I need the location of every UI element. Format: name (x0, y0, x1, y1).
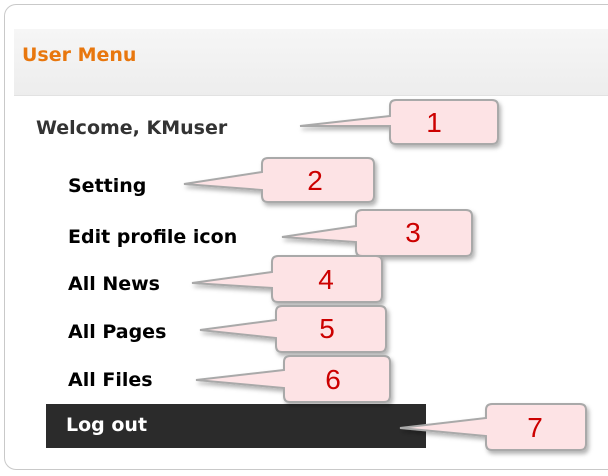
callout-annotations: 1 2 3 4 5 6 7 (183, 99, 587, 451)
callout-bubble (399, 403, 587, 451)
callout-number: 2 (307, 165, 323, 196)
callout-7: 7 (399, 403, 587, 451)
callout-number: 3 (405, 217, 421, 248)
callout-number: 5 (319, 313, 335, 344)
callout-bubble (281, 209, 473, 257)
callout-6: 6 (195, 355, 391, 403)
callout-number: 4 (318, 264, 334, 295)
callout-5: 5 (199, 305, 387, 353)
callout-bubble (183, 157, 375, 203)
callout-number: 7 (527, 412, 543, 443)
callout-2: 2 (183, 157, 375, 203)
callout-bubble (199, 305, 387, 353)
callout-4: 4 (191, 255, 383, 303)
callout-bubble (191, 255, 383, 303)
callout-3: 3 (281, 209, 473, 257)
callout-1: 1 (299, 99, 499, 145)
callout-bubble (195, 355, 391, 403)
callout-number: 6 (325, 364, 341, 395)
callout-number: 1 (426, 107, 442, 138)
callout-bubble (299, 99, 499, 145)
